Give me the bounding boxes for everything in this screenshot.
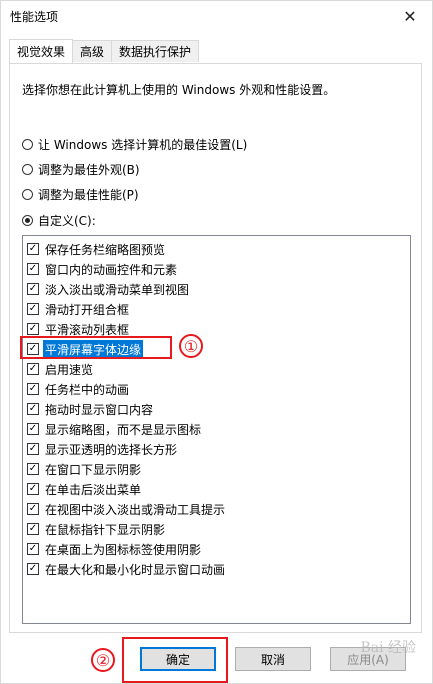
- tab-advanced[interactable]: 高级: [72, 40, 113, 62]
- checkbox[interactable]: ✓: [27, 543, 39, 555]
- radio-label: 调整为最佳外观(B): [38, 163, 140, 177]
- effect-item[interactable]: ✓ 保存任务栏缩略图预览: [27, 239, 167, 259]
- effect-item[interactable]: ✓ 在单击后淡出菜单: [27, 479, 143, 499]
- performance-options-window: 性能选项 ✕ 视觉效果 高级 数据执行保护 选择你想在此计算机上使用的 Wind…: [0, 0, 433, 684]
- annotation-number-1: ①: [179, 334, 203, 358]
- radio-best-appearance[interactable]: 调整为最佳外观(B): [22, 161, 140, 178]
- radio-label: 调整为最佳性能(P): [38, 188, 139, 202]
- ok-button[interactable]: 确定: [140, 647, 216, 671]
- annotation-number-2: ②: [91, 648, 115, 672]
- checkbox[interactable]: ✓: [27, 323, 39, 335]
- effect-item[interactable]: ✓ 在视图中淡入淡出或滑动工具提示: [27, 499, 227, 519]
- title-bar: 性能选项 ✕: [1, 1, 432, 31]
- checkbox[interactable]: ✓: [27, 483, 39, 495]
- effect-item[interactable]: ✓ 在桌面上为图标标签使用阴影: [27, 539, 203, 559]
- effect-label: 淡入淡出或滑动菜单到视图: [45, 282, 190, 297]
- close-icon: ✕: [403, 6, 417, 26]
- radio-button[interactable]: [22, 139, 33, 150]
- checkbox[interactable]: ✓: [27, 263, 39, 275]
- effect-label: 在窗口下显示阴影: [45, 462, 142, 477]
- effect-label: 任务栏中的动画: [45, 382, 130, 397]
- radio-let-windows-choose[interactable]: 让 Windows 选择计算机的最佳设置(L): [22, 136, 247, 153]
- tab-visual-effects[interactable]: 视觉效果: [9, 39, 74, 63]
- effect-label: 在桌面上为图标标签使用阴影: [45, 542, 202, 557]
- effect-item[interactable]: ✓ 任务栏中的动画: [27, 379, 131, 399]
- effect-label: 启用速览: [45, 362, 94, 377]
- effects-list[interactable]: ✓ 保存任务栏缩略图预览 ✓ 窗口内的动画控件和元素 ✓ 淡入淡出或滑动菜单到视图 ✓…: [22, 235, 411, 624]
- effect-label: 在单击后淡出菜单: [45, 482, 142, 497]
- checkbox[interactable]: ✓: [27, 383, 39, 395]
- checkbox[interactable]: ✓: [27, 463, 39, 475]
- annotation-box-1: [20, 336, 172, 359]
- effect-label: 保存任务栏缩略图预览: [45, 242, 166, 257]
- close-button[interactable]: ✕: [388, 1, 432, 31]
- effect-item[interactable]: ✓ 显示缩略图，而不是显示图标: [27, 419, 203, 439]
- checkbox[interactable]: ✓: [27, 303, 39, 315]
- effect-item[interactable]: ✓ 拖动时显示窗口内容: [27, 399, 155, 419]
- effect-label: 在视图中淡入淡出或滑动工具提示: [45, 502, 226, 517]
- radio-label: 让 Windows 选择计算机的最佳设置(L): [38, 138, 248, 152]
- radio-button[interactable]: [22, 215, 33, 226]
- effect-label: 拖动时显示窗口内容: [45, 402, 154, 417]
- effect-item[interactable]: ✓ 窗口内的动画控件和元素: [27, 259, 179, 279]
- effect-label: 窗口内的动画控件和元素: [45, 262, 178, 277]
- effect-item[interactable]: ✓ 显示亚透明的选择长方形: [27, 439, 179, 459]
- effect-label: 显示缩略图，而不是显示图标: [45, 422, 202, 437]
- checkbox[interactable]: ✓: [27, 363, 39, 375]
- cancel-button[interactable]: 取消: [235, 647, 311, 671]
- tab-data-execution-prevention[interactable]: 数据执行保护: [111, 40, 200, 62]
- panel-description: 选择你想在此计算机上使用的 Windows 外观和性能设置。: [22, 83, 336, 97]
- checkbox[interactable]: ✓: [27, 423, 39, 435]
- checkbox[interactable]: ✓: [27, 503, 39, 515]
- effect-item[interactable]: ✓ 淡入淡出或滑动菜单到视图: [27, 279, 191, 299]
- baidu-watermark: Bai 经验: [360, 640, 416, 656]
- checkbox[interactable]: ✓: [27, 443, 39, 455]
- window-title: 性能选项: [10, 10, 59, 24]
- checkbox[interactable]: ✓: [27, 243, 39, 255]
- checkbox[interactable]: ✓: [27, 523, 39, 535]
- effect-label: 显示亚透明的选择长方形: [45, 442, 178, 457]
- checkbox[interactable]: ✓: [27, 403, 39, 415]
- effect-item[interactable]: ✓ 滑动打开组合框: [27, 299, 131, 319]
- effect-item[interactable]: ✓ 在最大化和最小化时显示窗口动画: [27, 559, 227, 579]
- checkbox[interactable]: ✓: [27, 563, 39, 575]
- effect-label: 在最大化和最小化时显示窗口动画: [45, 562, 226, 577]
- radio-best-performance[interactable]: 调整为最佳性能(P): [22, 186, 139, 203]
- checkbox[interactable]: ✓: [27, 283, 39, 295]
- effect-item[interactable]: ✓ 启用速览: [27, 359, 95, 379]
- radio-button[interactable]: [22, 189, 33, 200]
- radio-custom[interactable]: 自定义(C):: [22, 212, 96, 229]
- radio-label: 自定义(C):: [38, 214, 96, 228]
- effect-item[interactable]: ✓ 在窗口下显示阴影: [27, 459, 143, 479]
- effect-label: 滑动打开组合框: [45, 302, 130, 317]
- effect-item[interactable]: ✓ 在鼠标指针下显示阴影: [27, 519, 167, 539]
- tab-bar: 视觉效果 高级 数据执行保护: [9, 39, 200, 63]
- radio-button[interactable]: [22, 164, 33, 175]
- effect-label: 在鼠标指针下显示阴影: [45, 522, 166, 537]
